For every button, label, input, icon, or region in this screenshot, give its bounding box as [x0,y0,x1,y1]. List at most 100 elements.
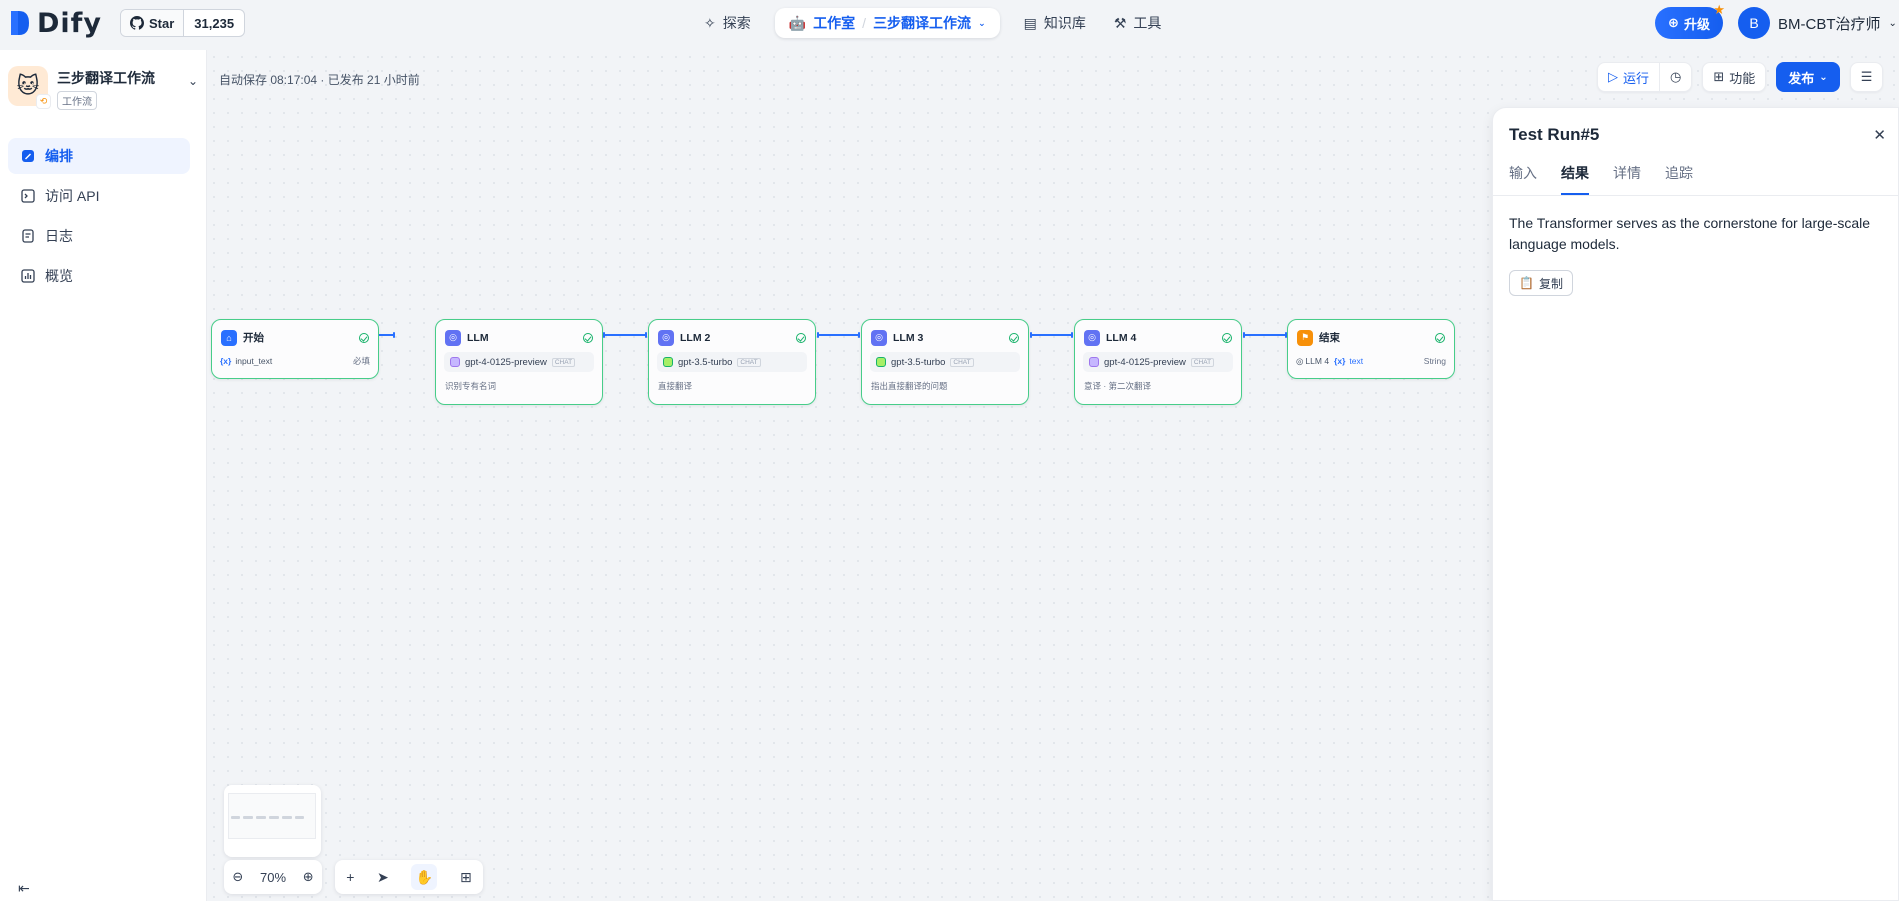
current-app-selector[interactable]: 三步翻译工作流 [873,13,971,33]
sidebar-menu: 编排 访问 API 日志 概览 [8,138,190,298]
nav-studio-label: 工作室 [813,15,856,31]
sidebar-item-label: 日志 [45,228,73,244]
workflow-node-llm[interactable]: ◎ LLM gpt-4-0125-preview CHAT 识别专有名词 [435,319,603,405]
github-star-button[interactable]: Star 31,235 [120,9,246,37]
avatar: B [1738,7,1770,39]
chevron-down-icon[interactable]: ⌄ [188,74,198,88]
sidebar-item-api[interactable]: 访问 API [8,178,190,214]
copy-button[interactable]: 📋 复制 [1509,270,1573,296]
pointer-icon[interactable]: ➤ [377,869,389,886]
sidebar-item-logs[interactable]: 日志 [8,218,190,254]
robot-icon: 🤖 [788,14,807,31]
github-star-count: 31,235 [194,15,235,31]
workflow-node-start[interactable]: ⌂ 开始 {x} input_text 必填 [211,319,379,379]
close-icon[interactable]: ✕ [1873,126,1886,144]
workflow-node-llm-4[interactable]: ◎ LLM 4 gpt-4-0125-preview CHAT 意译 · 第二次… [1074,319,1242,405]
openai-icon [450,357,460,367]
sidebar-item-label: 访问 API [45,188,100,204]
llm-icon: ◎ [1084,329,1100,346]
tab-detail[interactable]: 详情 [1613,163,1641,195]
user-name: BM-CBT治疗师 [1778,15,1881,33]
organize-icon[interactable]: ⊞ [460,869,472,886]
tab-result[interactable]: 结果 [1561,163,1589,195]
add-node-icon[interactable]: + [346,869,354,885]
book-icon: ▤ [1023,14,1037,31]
result-output: The Transformer serves as the cornerston… [1509,215,1871,252]
node-model: gpt-4-0125-preview CHAT [444,352,594,372]
success-check-icon [359,332,369,343]
app-avatar-icon: 🐱 ⟲ [8,66,51,109]
home-icon: ⌂ [221,329,237,346]
app-header[interactable]: 🐱 ⟲ 三步翻译工作流 工作流 ⌄ [8,66,198,110]
zoom-level[interactable]: 70% [260,870,286,885]
dify-logo-icon [11,11,29,35]
sidebar-item-orchestrate[interactable]: 编排 [8,138,190,174]
nav-explore[interactable]: ✧ 探索 [690,8,765,38]
history-button[interactable]: ◷ [1660,63,1691,91]
compass-icon: ✧ [704,14,716,31]
edge [817,332,860,338]
success-check-icon [583,332,593,343]
node-description: 意译 · 第二次翻译 [1084,381,1152,391]
workflow-node-end[interactable]: ⚑ 结束 ◎ LLM 4 {x} text String [1287,319,1455,379]
llm-icon: ◎ [658,329,674,346]
sidebar-item-label: 概览 [45,268,73,284]
minimap[interactable] [224,785,321,857]
sparkle-icon: ★ [1713,2,1725,17]
node-variable: ◎ LLM 4 {x} text String [1296,355,1446,367]
log-icon [20,228,36,244]
zoom-controls: ⊖ 70% ⊕ [224,860,322,894]
nav-explore-label: 探索 [722,15,751,31]
openai-icon [1089,357,1099,367]
sidebar-item-overview[interactable]: 概览 [8,258,190,294]
toolbox-icon: ⚒ [1113,14,1127,31]
node-title: LLM 2 [680,331,711,344]
workflow-node-llm-3[interactable]: ◎ LLM 3 gpt-3.5-turbo CHAT 指出直接翻译的问题 [861,319,1029,405]
zoom-out-icon[interactable]: ⊖ [232,869,243,885]
zoom-in-icon[interactable]: ⊕ [303,869,314,885]
panel-tabs: 输入 结果 详情 追踪 [1509,163,1693,195]
play-icon: ▷ [1608,69,1618,84]
github-icon [130,16,144,30]
checklist-icon: ☰ [1860,69,1873,84]
checklist-button[interactable]: ☰ [1851,63,1883,91]
nav-tools[interactable]: ⚒ 工具 [1100,8,1176,38]
success-check-icon [1222,332,1232,343]
run-label: 运行 [1623,70,1650,86]
upgrade-label: 升级 [1683,16,1710,32]
tab-tracing[interactable]: 追踪 [1665,163,1693,195]
success-check-icon [1435,332,1445,343]
run-button[interactable]: ▷ 运行 [1598,63,1661,91]
github-star-label: Star [149,15,175,31]
chevron-down-icon: ⌄ [1888,17,1897,29]
tab-input[interactable]: 输入 [1509,163,1537,195]
node-description: 直接翻译 [658,381,693,391]
node-description: 识别专有名词 [445,381,497,391]
upgrade-button[interactable]: ⊕ 升级 ★ [1655,2,1725,39]
user-menu[interactable]: B BM-CBT治疗师 ⌄ [1738,6,1897,40]
nav-studio[interactable]: 🤖 工作室 / 三步翻译工作流 ⌄ [774,8,1000,38]
nav-tools-label: 工具 [1133,15,1162,31]
history-icon: ◷ [1670,69,1682,84]
node-title: 开始 [243,332,264,344]
test-run-panel: Test Run#5 ✕ 输入 结果 详情 追踪 The Transformer… [1492,107,1899,901]
dify-logo[interactable]: Dify [9,7,103,39]
features-label: 功能 [1729,70,1756,86]
openai-icon [876,357,886,367]
success-check-icon [1009,332,1019,343]
nav-knowledge[interactable]: ▤ 知识库 [1010,8,1100,38]
upgrade-icon: ⊕ [1668,15,1679,30]
node-model: gpt-3.5-turbo CHAT [870,352,1020,372]
collapse-sidebar-icon[interactable]: ⇤ [18,880,30,897]
llm-icon: ◎ [1296,355,1304,366]
publish-button[interactable]: 发布 ⌄ [1776,62,1840,92]
canvas-tools: + ➤ ✋ ⊞ [335,860,483,894]
features-button[interactable]: ⊞ 功能 [1703,63,1765,91]
llm-icon: ◎ [871,329,887,346]
clipboard-icon: 📋 [1519,276,1534,290]
panel-title: Test Run#5 [1509,125,1600,144]
logo-text: Dify [37,7,103,39]
edit-icon [20,148,36,164]
hand-icon[interactable]: ✋ [411,864,438,890]
workflow-node-llm-2[interactable]: ◎ LLM 2 gpt-3.5-turbo CHAT 直接翻译 [648,319,816,405]
